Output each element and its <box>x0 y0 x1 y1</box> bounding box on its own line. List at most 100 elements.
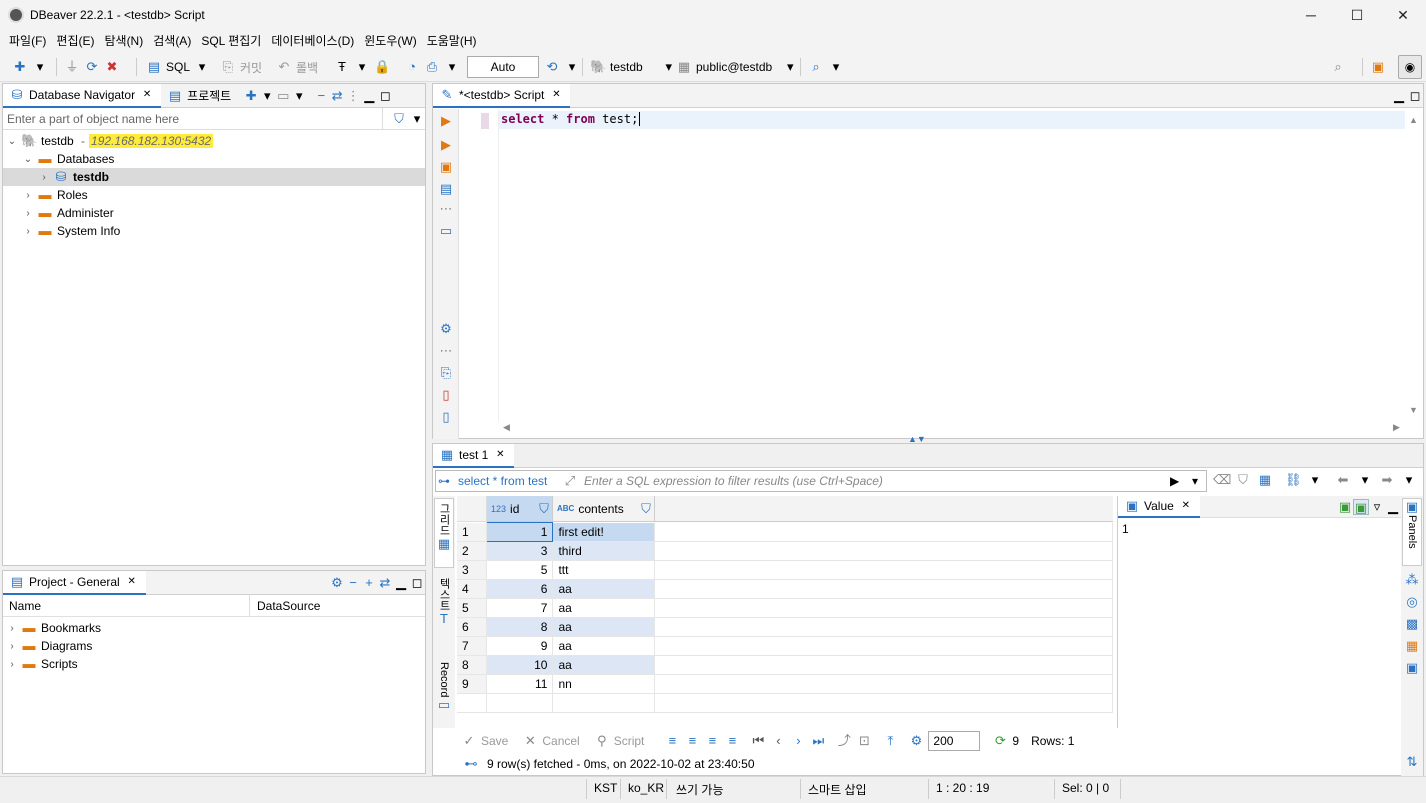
explain-plan-icon[interactable]: ▤ <box>438 181 454 197</box>
query-text[interactable]: select * from test <box>458 474 547 488</box>
new-connection-icon[interactable]: ✚ <box>243 88 259 104</box>
transaction-mode-combo[interactable]: Auto <box>467 56 539 78</box>
row-number[interactable]: 8 <box>457 655 488 675</box>
scroll-left-icon[interactable]: ◀ <box>503 422 510 433</box>
tab-database-navigator[interactable]: ⛁ Database Navigator ✕ <box>3 83 162 108</box>
view-menu-icon[interactable]: ⋮ <box>345 88 361 104</box>
row-number[interactable]: 9 <box>457 674 488 694</box>
filter-save-icon[interactable]: ▦ <box>1257 472 1273 488</box>
cell-contents[interactable]: third <box>552 541 656 561</box>
layout-toggle-icon[interactable]: ⇅ <box>1404 754 1420 770</box>
edit-row-icon[interactable]: ≡ <box>664 733 680 749</box>
scroll-down-icon[interactable]: ▼ <box>1409 405 1418 415</box>
cell-id[interactable]: 10 <box>486 655 554 675</box>
chevron-right-icon[interactable]: › <box>23 208 33 219</box>
metadata-icon[interactable]: ▩ <box>1404 616 1420 632</box>
menu-database[interactable]: 데이터베이스(D) <box>266 30 359 52</box>
dropdown-icon[interactable]: ▾ <box>661 59 677 75</box>
perspective-icon[interactable]: ▣ <box>1370 59 1386 75</box>
column-datasource[interactable]: DataSource <box>257 599 320 613</box>
tab-projects[interactable]: ▤ 프로젝트 <box>161 84 237 108</box>
chevron-down-icon[interactable]: ⌄ <box>7 136 17 147</box>
expand-icon[interactable]: + <box>361 575 377 591</box>
menu-search[interactable]: 검색(A) <box>148 30 196 52</box>
new-connection-icon[interactable]: ✚ <box>12 59 28 75</box>
close-icon[interactable]: ✕ <box>139 87 155 103</box>
cell-contents[interactable]: aa <box>552 636 656 656</box>
table-row[interactable]: 3 5 ttt <box>457 560 1113 580</box>
minimize-icon[interactable]: ▁ <box>393 575 409 591</box>
cell-contents[interactable]: aa <box>552 617 656 637</box>
cell-contents[interactable]: aa <box>552 655 656 675</box>
filter-icon[interactable]: ⛉ <box>1235 472 1251 488</box>
filter-input[interactable]: Enter a SQL expression to filter results… <box>584 474 883 488</box>
prev-page-icon[interactable]: ‹ <box>770 733 786 749</box>
references-icon[interactable]: ◎ <box>1404 594 1420 610</box>
print-icon[interactable]: ⎙ <box>424 59 440 75</box>
cell-filler[interactable] <box>654 522 1113 542</box>
cell-filler[interactable] <box>654 655 1113 675</box>
menu-file[interactable]: 파일(F) <box>4 30 51 52</box>
collapse-all-icon[interactable]: − <box>345 575 361 591</box>
sql-editor-icon[interactable]: ▤ <box>146 59 162 75</box>
row-number[interactable]: 7 <box>457 636 488 656</box>
reconnect-icon[interactable]: ⟳ <box>84 59 100 75</box>
cell-id[interactable]: 7 <box>486 598 554 618</box>
close-button[interactable]: ✕ <box>1380 0 1426 30</box>
table-row[interactable]: 6 8 aa <box>457 617 1113 637</box>
row-number[interactable]: 4 <box>457 579 488 599</box>
lock-icon[interactable]: 🔒 <box>374 59 390 75</box>
next-page-icon[interactable]: › <box>790 733 806 749</box>
cell-id[interactable]: 1 <box>486 522 554 542</box>
active-datasource[interactable]: testdb <box>610 60 643 74</box>
dropdown-icon[interactable]: ▾ <box>1307 472 1323 488</box>
fetch-size-input[interactable]: 200 <box>928 731 981 751</box>
vertical-scrollbar[interactable]: ▲ ▼ <box>1405 109 1423 419</box>
transaction-mode-icon[interactable]: Ŧ <box>334 59 350 75</box>
cell-id[interactable]: 11 <box>486 674 554 694</box>
cell-id[interactable]: 8 <box>486 617 554 637</box>
first-page-icon[interactable]: ⏮ <box>750 733 766 749</box>
cell-filler[interactable] <box>654 636 1113 656</box>
dropdown-icon[interactable]: ▾ <box>291 88 307 104</box>
commit-button[interactable]: 커밋 <box>240 59 262 76</box>
file-icon[interactable]: ▯ <box>438 387 454 403</box>
gear-icon[interactable]: ⚙ <box>438 321 454 337</box>
cell-filler[interactable] <box>654 598 1113 618</box>
menu-edit[interactable]: 편집(E) <box>51 30 99 52</box>
expand-filter-icon[interactable]: ⤢ <box>562 473 578 489</box>
chevron-right-icon[interactable]: › <box>23 226 33 237</box>
row-number[interactable]: 3 <box>457 560 488 580</box>
tree-roles[interactable]: › ▬ Roles <box>23 186 87 204</box>
tree-databases[interactable]: ⌄ ▬ Databases <box>23 150 115 168</box>
collapse-all-icon[interactable]: − <box>313 88 329 104</box>
cell-contents[interactable]: nn <box>552 674 656 694</box>
cell-filler[interactable] <box>654 541 1113 561</box>
cell-filler[interactable] <box>654 617 1113 637</box>
search-icon[interactable]: ⌕ <box>808 59 824 75</box>
gear-icon[interactable]: ⚙ <box>329 575 345 591</box>
disconnect-icon[interactable]: ✖ <box>104 59 120 75</box>
calc-icon[interactable]: ▦ <box>1404 638 1420 654</box>
menu-help[interactable]: 도움말(H) <box>422 30 482 52</box>
history-icon[interactable]: ⟲ <box>544 59 560 75</box>
sort-filter-icon[interactable]: ⛉ <box>536 501 552 517</box>
dropdown-icon[interactable]: ▾ <box>259 88 275 104</box>
maximize-icon[interactable]: ◻ <box>1407 88 1423 104</box>
chevron-right-icon[interactable]: › <box>7 641 17 652</box>
panels-toggle[interactable]: ▣ Panels <box>1402 498 1422 566</box>
dropdown-icon[interactable]: ▾ <box>409 111 425 127</box>
maximize-button[interactable]: ☐ <box>1334 0 1380 30</box>
dropdown-icon[interactable]: ▾ <box>32 59 48 75</box>
link-editor-icon[interactable]: ⇄ <box>377 575 393 591</box>
dropdown-icon[interactable]: ▾ <box>194 59 210 75</box>
forward-icon[interactable]: ➡ <box>1379 472 1395 488</box>
row-number[interactable]: 1 <box>457 522 488 542</box>
terminal-icon[interactable]: ▭ <box>438 223 454 239</box>
view-menu-icon[interactable]: ▿ <box>1369 499 1385 515</box>
export-icon[interactable]: ⎘ <box>438 365 454 381</box>
link-icon[interactable]: ⛓ <box>1285 472 1302 488</box>
record-view-tab[interactable]: Record ▭ <box>434 662 454 722</box>
cell-id[interactable]: 3 <box>486 541 554 561</box>
dropdown-icon[interactable]: ▾ <box>782 59 798 75</box>
